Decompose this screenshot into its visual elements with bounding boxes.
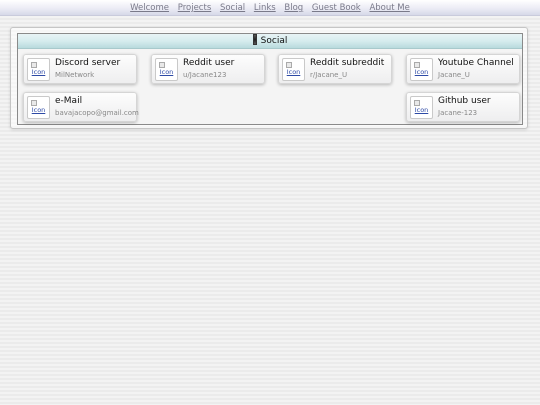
social-card-youtube[interactable]: Icon Youtube Channel Jacane_U [406,54,520,84]
nav-link-social[interactable]: Social [220,3,245,13]
nav-link-guest-book[interactable]: Guest Book [312,3,361,13]
panel-title: Social [260,36,288,46]
social-panel: Social Icon Discord server MilNetwork Ic… [10,27,528,129]
card-subtitle: Jacane-123 [438,109,478,117]
social-card-discord[interactable]: Icon Discord server MilNetwork [23,54,137,84]
social-card-reddit-subreddit[interactable]: Icon Reddit subreddit r/Jacane_U [278,54,392,84]
nav-link-welcome[interactable]: Welcome [130,3,169,13]
nav-link-blog[interactable]: Blog [284,3,303,13]
youtube-icon: Icon [410,58,433,81]
icon-alt-text: Icon [286,68,301,76]
discord-icon: Icon [27,58,50,81]
card-subtitle: Jacane_U [438,71,470,79]
icon-alt-text: Icon [31,106,46,114]
github-icon: Icon [410,96,433,119]
icon-alt-text: Icon [31,68,46,76]
social-card-github[interactable]: Icon Github user Jacane-123 [406,92,520,122]
mail-icon: Icon [27,96,50,119]
card-title: Github user [438,96,491,106]
reddit-icon: Icon [282,58,305,81]
card-title: Discord server [55,58,121,68]
card-title: Youtube Channel [438,58,514,68]
nav-link-about-me[interactable]: About Me [369,3,409,13]
reddit-icon: Icon [155,58,178,81]
social-card-email[interactable]: Icon e-Mail bavajacopo@gmail.com [23,92,139,122]
top-nav: Welcome Projects Social Links Blog Guest… [0,0,540,16]
card-title: Reddit user [183,58,235,68]
panel-header: Social [18,34,522,49]
nav-link-links[interactable]: Links [254,3,276,13]
icon-alt-text: Icon [159,68,174,76]
card-subtitle: r/Jacane_U [310,71,348,79]
card-title: Reddit subreddit [310,58,385,68]
nav-link-projects[interactable]: Projects [178,3,212,13]
card-subtitle: u/Jacane123 [183,71,227,79]
icon-alt-text: Icon [414,106,429,114]
card-subtitle: MilNetwork [55,71,95,79]
social-panel-window: Social Icon Discord server MilNetwork Ic… [17,33,523,125]
window-icon [252,34,257,45]
card-title: e-Mail [55,96,83,106]
social-card-reddit-user[interactable]: Icon Reddit user u/Jacane123 [151,54,265,84]
card-subtitle: bavajacopo@gmail.com [55,109,139,117]
icon-alt-text: Icon [414,68,429,76]
